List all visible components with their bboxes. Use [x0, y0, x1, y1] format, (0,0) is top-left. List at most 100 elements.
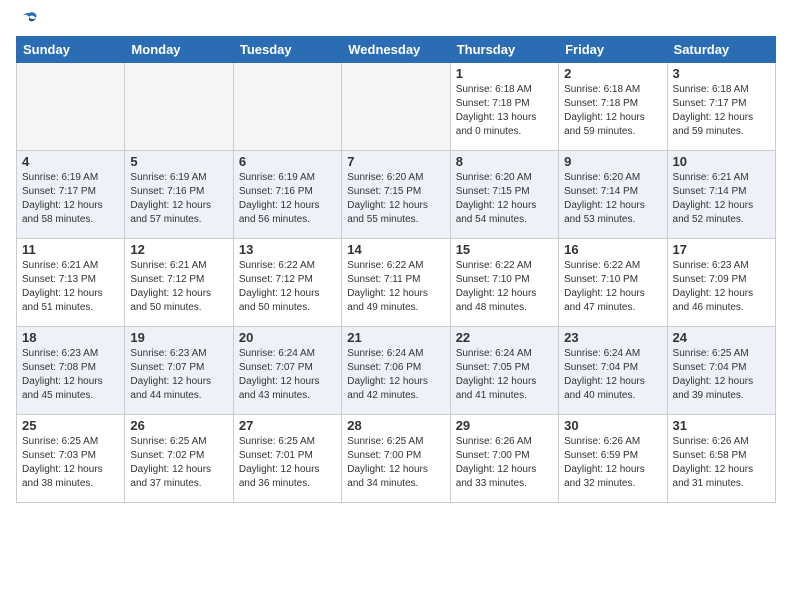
- calendar-day-cell: 4 Sunrise: 6:19 AM Sunset: 7:17 PM Daylig…: [17, 151, 125, 239]
- day-number: 10: [673, 154, 770, 169]
- logo: [16, 14, 40, 32]
- day-info: Sunrise: 6:25 AM Sunset: 7:04 PM Dayligh…: [673, 347, 770, 403]
- calendar-day-cell: 13 Sunrise: 6:22 AM Sunset: 7:12 PM Dayli…: [233, 239, 341, 327]
- day-info: Sunrise: 6:22 AM Sunset: 7:10 PM Dayligh…: [456, 259, 553, 315]
- calendar-day-cell: 20 Sunrise: 6:24 AM Sunset: 7:07 PM Dayli…: [233, 327, 341, 415]
- day-number: 5: [130, 154, 227, 169]
- calendar-week-row: 1Sunrise: 6:18 AM Sunset: 7:18 PM Daylig…: [17, 63, 776, 151]
- day-number: 14: [347, 242, 444, 257]
- day-number: 26: [130, 418, 227, 433]
- calendar-day-cell: [17, 63, 125, 151]
- day-info: Sunrise: 6:26 AM Sunset: 6:59 PM Dayligh…: [564, 435, 661, 491]
- day-number: 24: [673, 330, 770, 345]
- day-info: Sunrise: 6:20 AM Sunset: 7:15 PM Dayligh…: [456, 171, 553, 227]
- calendar-week-row: 18 Sunrise: 6:23 AM Sunset: 7:08 PM Dayli…: [17, 327, 776, 415]
- calendar-day-cell: [342, 63, 450, 151]
- col-wednesday: Wednesday: [342, 37, 450, 63]
- day-info: Sunrise: 6:22 AM Sunset: 7:12 PM Dayligh…: [239, 259, 336, 315]
- day-info: Sunrise: 6:23 AM Sunset: 7:09 PM Dayligh…: [673, 259, 770, 315]
- calendar-day-cell: 1Sunrise: 6:18 AM Sunset: 7:18 PM Daylig…: [450, 63, 558, 151]
- day-number: 19: [130, 330, 227, 345]
- calendar-day-cell: 12 Sunrise: 6:21 AM Sunset: 7:12 PM Dayli…: [125, 239, 233, 327]
- calendar-header: Sunday Monday Tuesday Wednesday Thursday…: [17, 37, 776, 63]
- day-info: Sunrise: 6:19 AM Sunset: 7:16 PM Dayligh…: [239, 171, 336, 227]
- day-number: 22: [456, 330, 553, 345]
- day-number: 13: [239, 242, 336, 257]
- calendar-table: Sunday Monday Tuesday Wednesday Thursday…: [16, 36, 776, 503]
- col-saturday: Saturday: [667, 37, 775, 63]
- calendar-day-cell: 7Sunrise: 6:20 AM Sunset: 7:15 PM Daylig…: [342, 151, 450, 239]
- calendar-day-cell: 24 Sunrise: 6:25 AM Sunset: 7:04 PM Dayli…: [667, 327, 775, 415]
- day-info: Sunrise: 6:24 AM Sunset: 7:04 PM Dayligh…: [564, 347, 661, 403]
- col-tuesday: Tuesday: [233, 37, 341, 63]
- calendar-day-cell: 26 Sunrise: 6:25 AM Sunset: 7:02 PM Dayli…: [125, 415, 233, 503]
- calendar-day-cell: 27Sunrise: 6:25 AM Sunset: 7:01 PM Dayli…: [233, 415, 341, 503]
- day-info: Sunrise: 6:18 AM Sunset: 7:17 PM Dayligh…: [673, 83, 770, 139]
- calendar-day-cell: 11Sunrise: 6:21 AM Sunset: 7:13 PM Dayli…: [17, 239, 125, 327]
- calendar-day-cell: 19 Sunrise: 6:23 AM Sunset: 7:07 PM Dayli…: [125, 327, 233, 415]
- header-row: Sunday Monday Tuesday Wednesday Thursday…: [17, 37, 776, 63]
- day-number: 28: [347, 418, 444, 433]
- calendar-day-cell: [125, 63, 233, 151]
- calendar-day-cell: 25Sunrise: 6:25 AM Sunset: 7:03 PM Dayli…: [17, 415, 125, 503]
- day-info: Sunrise: 6:23 AM Sunset: 7:08 PM Dayligh…: [22, 347, 119, 403]
- day-info: Sunrise: 6:23 AM Sunset: 7:07 PM Dayligh…: [130, 347, 227, 403]
- day-number: 15: [456, 242, 553, 257]
- logo-bird-icon: [18, 10, 40, 32]
- day-number: 30: [564, 418, 661, 433]
- day-number: 16: [564, 242, 661, 257]
- day-info: Sunrise: 6:18 AM Sunset: 7:18 PM Dayligh…: [564, 83, 661, 139]
- day-info: Sunrise: 6:19 AM Sunset: 7:17 PM Dayligh…: [22, 171, 119, 227]
- calendar-day-cell: 31Sunrise: 6:26 AM Sunset: 6:58 PM Dayli…: [667, 415, 775, 503]
- calendar-day-cell: 6Sunrise: 6:19 AM Sunset: 7:16 PM Daylig…: [233, 151, 341, 239]
- calendar-day-cell: 3 Sunrise: 6:18 AM Sunset: 7:17 PM Daylig…: [667, 63, 775, 151]
- col-thursday: Thursday: [450, 37, 558, 63]
- day-info: Sunrise: 6:21 AM Sunset: 7:14 PM Dayligh…: [673, 171, 770, 227]
- day-number: 2: [564, 66, 661, 81]
- day-number: 9: [564, 154, 661, 169]
- day-number: 18: [22, 330, 119, 345]
- col-sunday: Sunday: [17, 37, 125, 63]
- calendar-day-cell: 29Sunrise: 6:26 AM Sunset: 7:00 PM Dayli…: [450, 415, 558, 503]
- day-info: Sunrise: 6:25 AM Sunset: 7:02 PM Dayligh…: [130, 435, 227, 491]
- day-info: Sunrise: 6:20 AM Sunset: 7:14 PM Dayligh…: [564, 171, 661, 227]
- day-info: Sunrise: 6:26 AM Sunset: 7:00 PM Dayligh…: [456, 435, 553, 491]
- day-info: Sunrise: 6:22 AM Sunset: 7:10 PM Dayligh…: [564, 259, 661, 315]
- day-info: Sunrise: 6:24 AM Sunset: 7:05 PM Dayligh…: [456, 347, 553, 403]
- day-info: Sunrise: 6:21 AM Sunset: 7:12 PM Dayligh…: [130, 259, 227, 315]
- logo-row: [16, 14, 40, 32]
- calendar-day-cell: 21Sunrise: 6:24 AM Sunset: 7:06 PM Dayli…: [342, 327, 450, 415]
- col-monday: Monday: [125, 37, 233, 63]
- calendar-day-cell: 30 Sunrise: 6:26 AM Sunset: 6:59 PM Dayli…: [559, 415, 667, 503]
- day-number: 7: [347, 154, 444, 169]
- calendar-day-cell: 5 Sunrise: 6:19 AM Sunset: 7:16 PM Daylig…: [125, 151, 233, 239]
- day-info: Sunrise: 6:26 AM Sunset: 6:58 PM Dayligh…: [673, 435, 770, 491]
- day-number: 21: [347, 330, 444, 345]
- day-info: Sunrise: 6:25 AM Sunset: 7:01 PM Dayligh…: [239, 435, 336, 491]
- day-number: 12: [130, 242, 227, 257]
- calendar-day-cell: 22 Sunrise: 6:24 AM Sunset: 7:05 PM Dayli…: [450, 327, 558, 415]
- day-info: Sunrise: 6:18 AM Sunset: 7:18 PM Dayligh…: [456, 83, 553, 139]
- day-info: Sunrise: 6:19 AM Sunset: 7:16 PM Dayligh…: [130, 171, 227, 227]
- calendar-body: 1Sunrise: 6:18 AM Sunset: 7:18 PM Daylig…: [17, 63, 776, 503]
- calendar-day-cell: 16 Sunrise: 6:22 AM Sunset: 7:10 PM Dayli…: [559, 239, 667, 327]
- day-number: 8: [456, 154, 553, 169]
- day-info: Sunrise: 6:24 AM Sunset: 7:07 PM Dayligh…: [239, 347, 336, 403]
- calendar-week-row: 11Sunrise: 6:21 AM Sunset: 7:13 PM Dayli…: [17, 239, 776, 327]
- day-number: 17: [673, 242, 770, 257]
- day-info: Sunrise: 6:21 AM Sunset: 7:13 PM Dayligh…: [22, 259, 119, 315]
- day-number: 23: [564, 330, 661, 345]
- calendar-day-cell: 17 Sunrise: 6:23 AM Sunset: 7:09 PM Dayli…: [667, 239, 775, 327]
- day-number: 20: [239, 330, 336, 345]
- calendar-day-cell: 9 Sunrise: 6:20 AM Sunset: 7:14 PM Daylig…: [559, 151, 667, 239]
- calendar-day-cell: 15 Sunrise: 6:22 AM Sunset: 7:10 PM Dayli…: [450, 239, 558, 327]
- calendar-day-cell: [233, 63, 341, 151]
- header-area: [16, 10, 776, 32]
- day-info: Sunrise: 6:22 AM Sunset: 7:11 PM Dayligh…: [347, 259, 444, 315]
- day-number: 4: [22, 154, 119, 169]
- calendar-day-cell: 28Sunrise: 6:25 AM Sunset: 7:00 PM Dayli…: [342, 415, 450, 503]
- col-friday: Friday: [559, 37, 667, 63]
- calendar-day-cell: 2 Sunrise: 6:18 AM Sunset: 7:18 PM Daylig…: [559, 63, 667, 151]
- day-info: Sunrise: 6:25 AM Sunset: 7:03 PM Dayligh…: [22, 435, 119, 491]
- day-number: 3: [673, 66, 770, 81]
